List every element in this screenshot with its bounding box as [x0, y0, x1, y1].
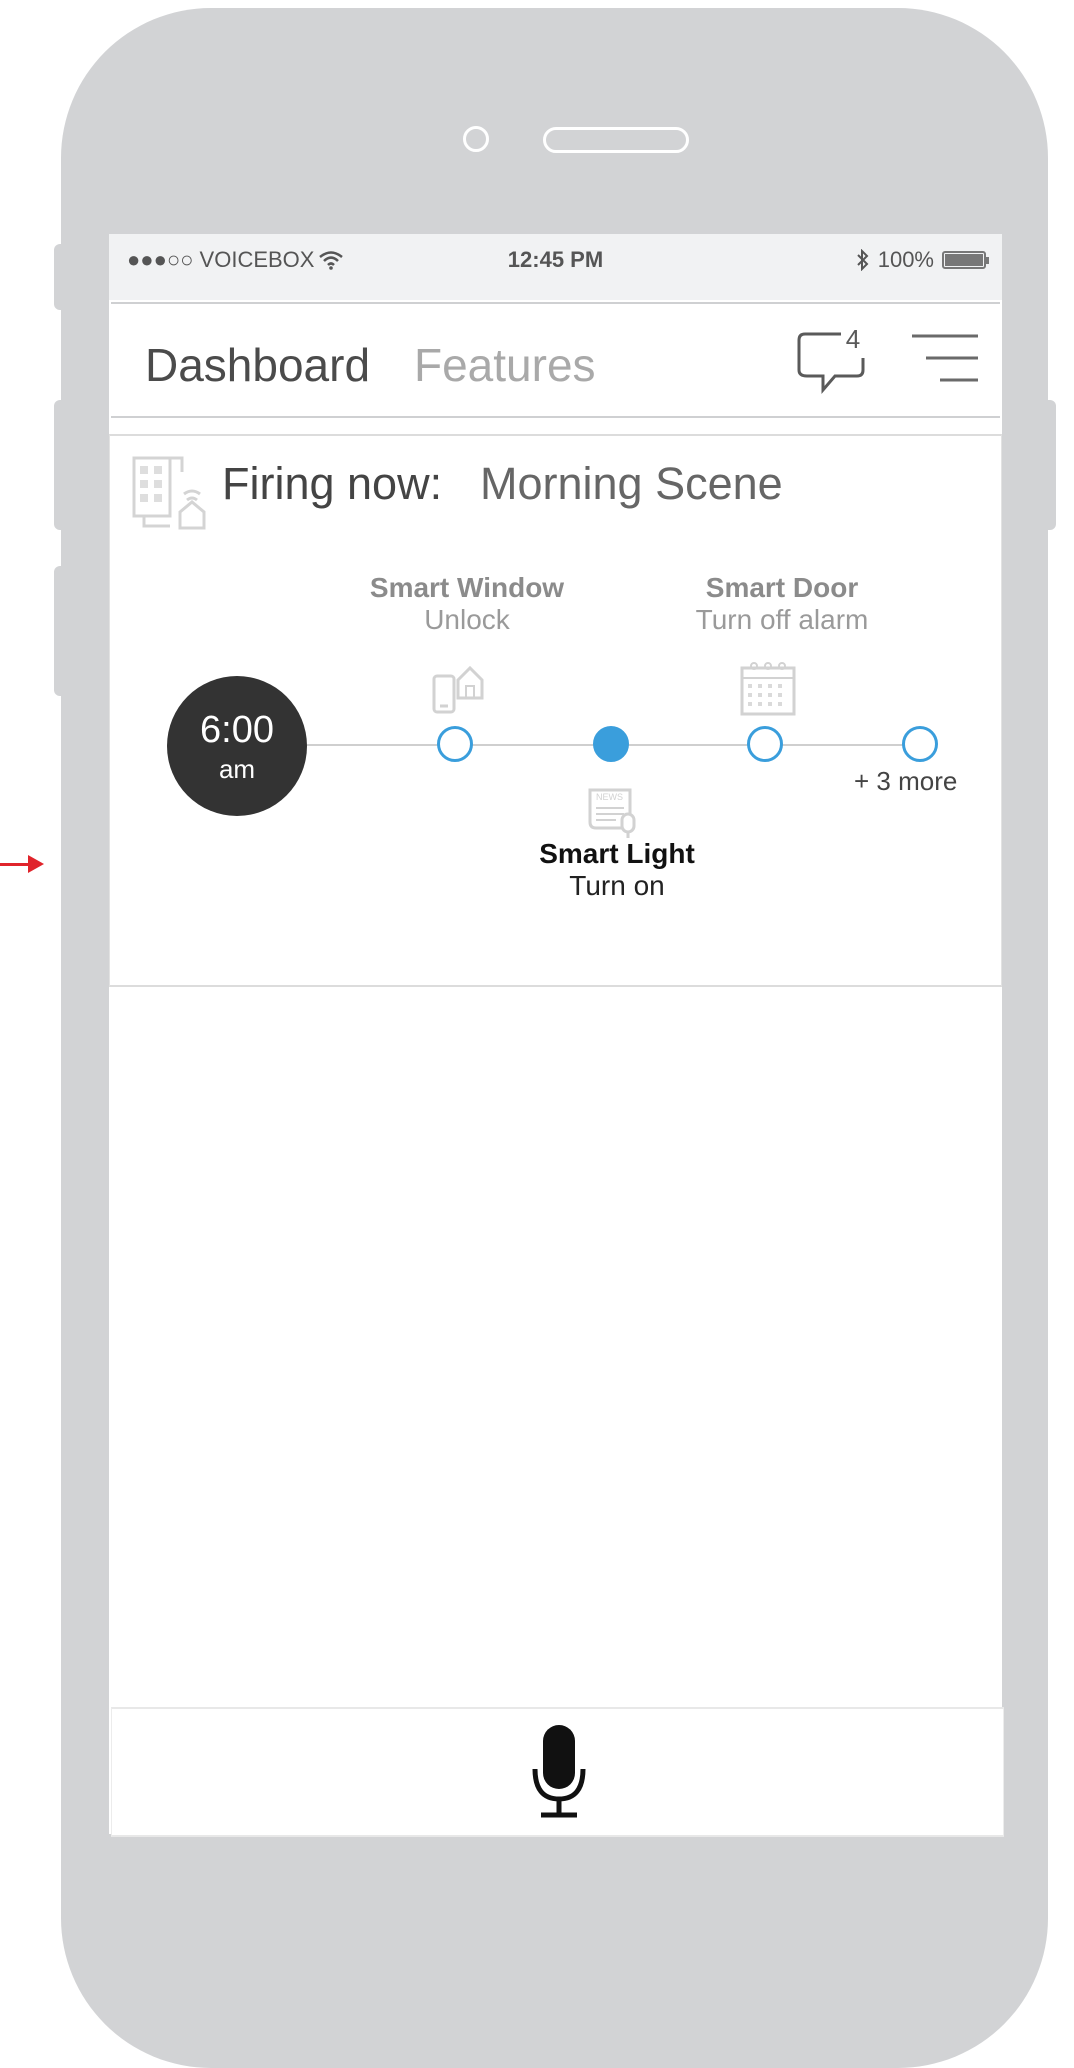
- nav-bar: Dashboard Features 4: [111, 302, 1000, 418]
- timeline-node-smart-light[interactable]: [593, 726, 629, 762]
- firing-now-label: Firing now:: [222, 458, 443, 509]
- notifications-button[interactable]: 4: [793, 324, 873, 396]
- volume-down-button: [54, 566, 68, 696]
- step-name: Smart Light: [539, 838, 695, 869]
- step-label-smart-light: Smart Light Turn on: [507, 838, 727, 902]
- more-steps-link[interactable]: + 3 more: [854, 766, 957, 797]
- scene-card[interactable]: Firing now: Morning Scene 6:00 am Smart …: [109, 434, 1002, 987]
- chat-bubble-icon: 4: [797, 324, 865, 395]
- news-icon: NEWS: [588, 788, 636, 838]
- battery-icon: [942, 251, 989, 269]
- calendar-icon: [740, 662, 796, 716]
- scene-time-period: am: [218, 754, 256, 784]
- screen: ●●●○○ VOICEBOX 12:45 PM 100% Dashboard F…: [109, 234, 1004, 1837]
- mute-switch: [54, 244, 68, 310]
- battery-level: [945, 254, 983, 266]
- tab-features[interactable]: Features: [414, 338, 596, 392]
- camera: [463, 126, 489, 152]
- menu-button[interactable]: [908, 330, 980, 390]
- notification-count: 4: [846, 326, 860, 354]
- scene-name: Morning Scene: [480, 458, 783, 509]
- battery-percent: 100%: [877, 247, 934, 272]
- scene-time-badge: 6:00 am: [167, 676, 307, 816]
- step-action: Turn off alarm: [695, 604, 869, 635]
- building-icon: [132, 456, 206, 530]
- annotation-arrow-head: [28, 855, 44, 873]
- step-name: Smart Door: [705, 572, 859, 603]
- hamburger-menu-icon: [912, 334, 978, 382]
- tab-dashboard[interactable]: Dashboard: [145, 338, 370, 392]
- voice-input-bar: [111, 1707, 1004, 1837]
- volume-up-button: [54, 400, 68, 530]
- speaker: [543, 127, 689, 153]
- status-bar: ●●●○○ VOICEBOX 12:45 PM 100%: [109, 234, 1002, 300]
- timeline-node-smart-window[interactable]: [437, 726, 473, 762]
- step-label-smart-window: Smart Window Unlock: [357, 572, 577, 636]
- power-button: [1040, 400, 1056, 530]
- bluetooth-icon: [857, 249, 869, 271]
- step-name: Smart Window: [369, 572, 565, 603]
- phone-house-icon: [432, 665, 484, 714]
- annotation-arrow: [0, 863, 30, 866]
- step-label-smart-door: Smart Door Turn off alarm: [672, 572, 892, 636]
- microphone-icon[interactable]: [529, 1721, 589, 1821]
- svg-text:NEWS: NEWS: [596, 792, 623, 802]
- step-action: Unlock: [424, 604, 510, 635]
- timeline-node-smart-door[interactable]: [747, 726, 783, 762]
- timeline-node-more[interactable]: [902, 726, 938, 762]
- scene-time: 6:00: [200, 709, 274, 751]
- step-action: Turn on: [569, 870, 665, 901]
